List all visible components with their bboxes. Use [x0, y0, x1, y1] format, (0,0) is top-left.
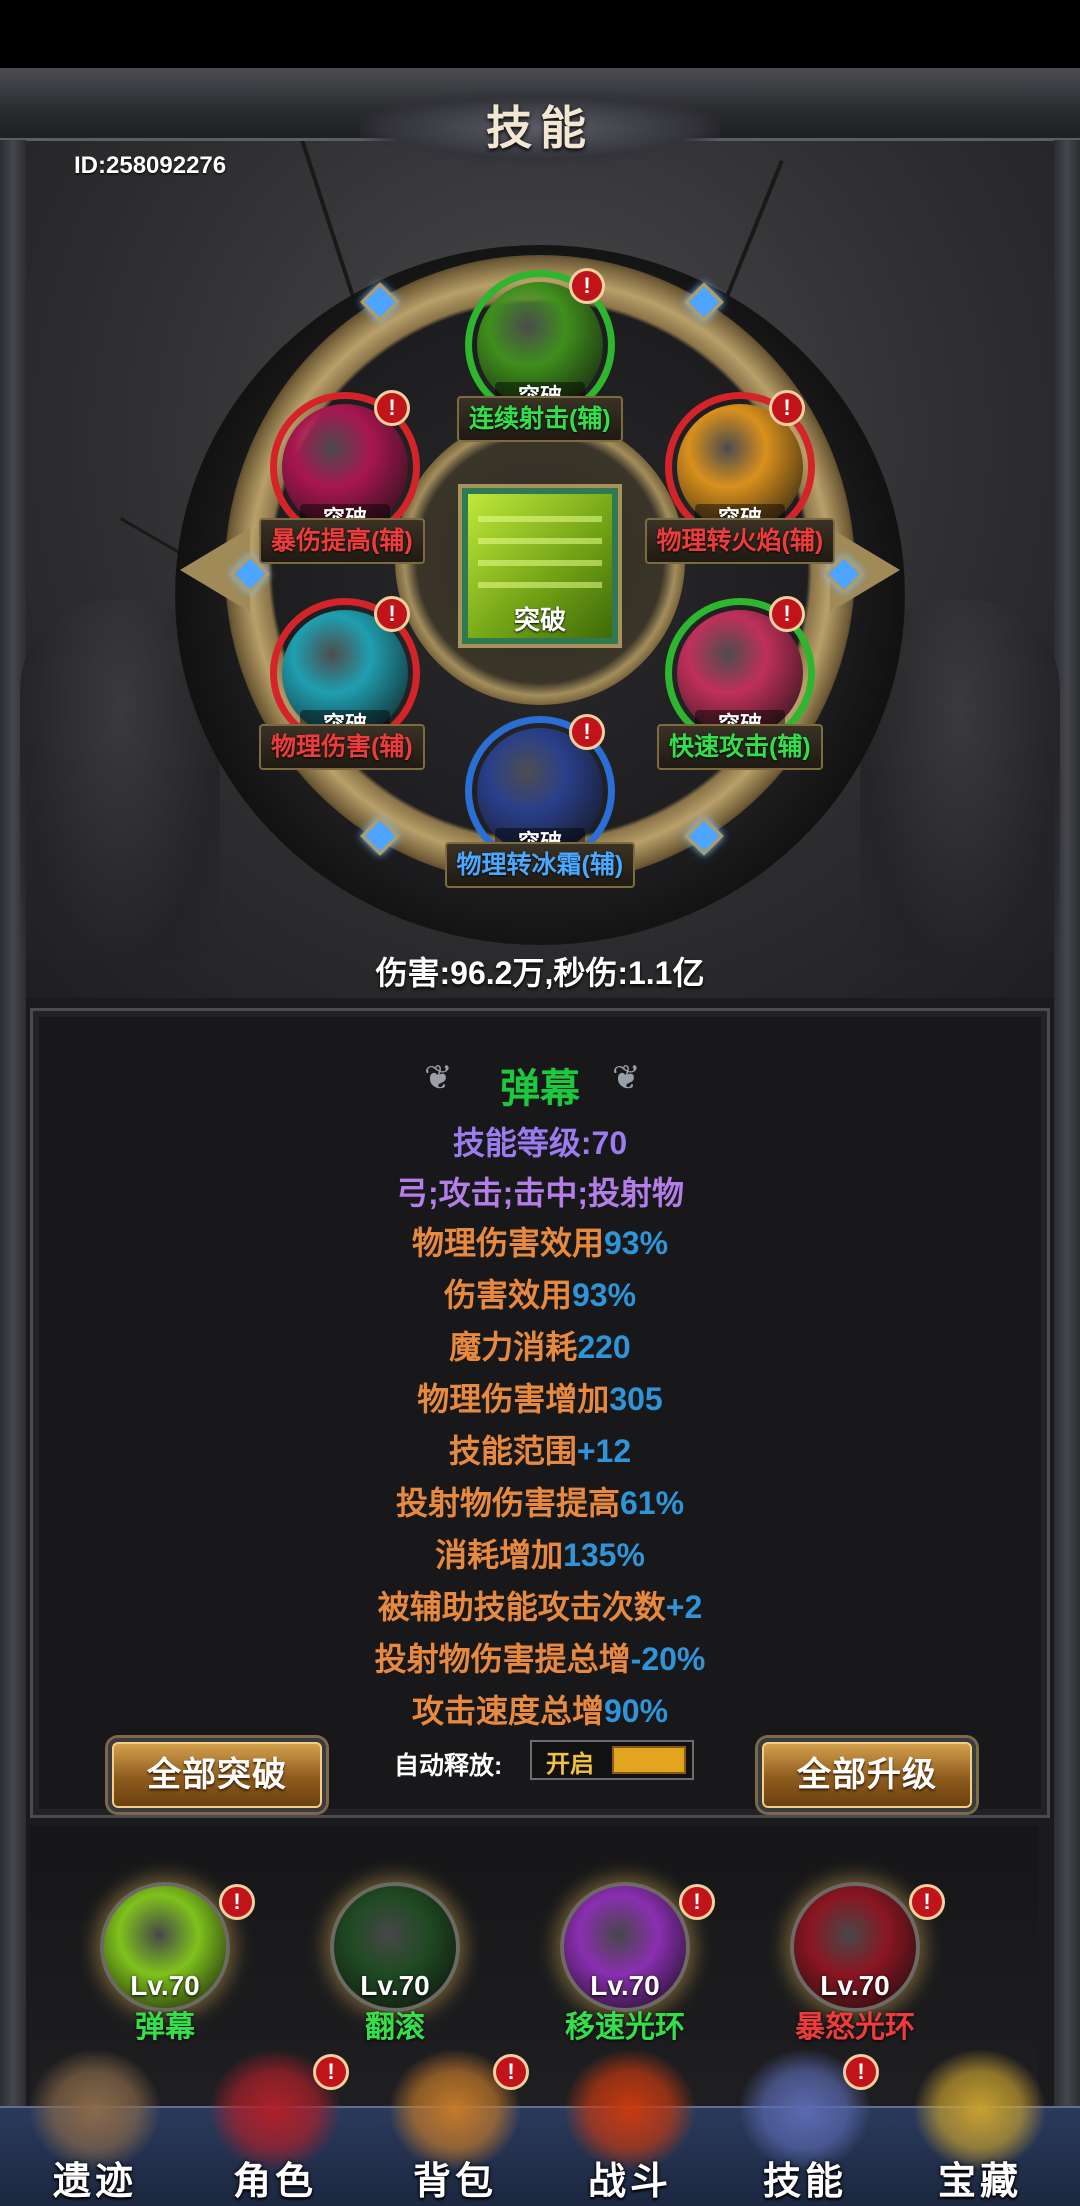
center-break-badge: 突破: [513, 605, 566, 635]
page-title: 技能: [486, 102, 594, 154]
nav-tab-label[interactable]: 背包: [380, 2150, 530, 2205]
toggle-knob: [612, 1746, 686, 1774]
skill-name-label: 翻滚: [365, 2011, 425, 2044]
attribute-value: 93%: [571, 1277, 637, 1313]
skill-attribute: 伤害效用93%: [0, 1270, 1080, 1316]
attribute-label: 投射物伤害提总增: [374, 1641, 631, 1677]
alert-icon: !: [493, 2054, 529, 2090]
skill-attribute: 被辅助技能攻击次数+2: [0, 1582, 1080, 1628]
attribute-label: 投射物伤害提高: [395, 1485, 620, 1521]
skill-attribute: 物理伤害效用93%: [0, 1218, 1080, 1264]
alert-icon: !: [909, 1884, 945, 1920]
attribute-label: 被辅助技能攻击次数: [377, 1589, 666, 1625]
skill-name: 弹幕: [500, 1067, 580, 1111]
attribute-label: 物理伤害效用: [411, 1225, 604, 1261]
skill-name-label: 移速光环: [565, 2011, 685, 2044]
wheel-skill-label: 物理转火焰(辅): [644, 518, 836, 564]
skill-tags: 弓;攻击;击中;投射物: [396, 1175, 684, 1211]
wheel-skill-label: 暴伤提高(辅): [259, 518, 425, 564]
damage-summary: 伤害:96.2万,秒伤:1.1亿: [375, 955, 705, 991]
attribute-value: 220: [577, 1329, 631, 1365]
attribute-label: 攻击速度总增: [411, 1693, 604, 1729]
attribute-value: 61%: [619, 1485, 685, 1521]
alert-icon: !: [679, 1884, 715, 1920]
alert-icon: !: [769, 390, 805, 426]
alert-icon: !: [313, 2054, 349, 2090]
skill-level-label: Lv.70: [590, 1970, 660, 2001]
wheel-skill-label: 连续射击(辅): [457, 396, 623, 442]
attribute-value: +2: [665, 1589, 703, 1625]
wheel-skill-label: 物理伤害(辅): [259, 724, 425, 770]
alert-icon: !: [769, 596, 805, 632]
wheel-skill-label: 快速攻击(辅): [657, 724, 823, 770]
attribute-value: 305: [609, 1381, 663, 1417]
attribute-value: 90%: [603, 1693, 669, 1729]
attribute-label: 消耗增加: [435, 1537, 564, 1573]
skill-name-label: 弹幕: [135, 2011, 195, 2044]
alert-icon: !: [569, 268, 605, 304]
skill-level-label: Lv.70: [130, 1970, 200, 2001]
nav-tab-label[interactable]: 技能: [730, 2150, 880, 2205]
skill-attribute: 物理伤害增加305: [0, 1374, 1080, 1420]
alert-icon: !: [843, 2054, 879, 2090]
skill-level-label: Lv.70: [360, 1970, 430, 2001]
break-all-button[interactable]: 全部突破: [108, 1738, 326, 1812]
player-id: ID:258092276: [74, 152, 227, 179]
skill-attribute: 攻击速度总增90%: [0, 1686, 1080, 1732]
alert-icon: !: [374, 596, 410, 632]
auto-cast-label: 自动释放:: [394, 1752, 503, 1780]
skill-attribute: 魔力消耗220: [0, 1322, 1080, 1368]
skill-name-label: 暴怒光环: [795, 2011, 915, 2044]
upgrade-all-button[interactable]: 全部升级: [758, 1738, 976, 1812]
attribute-value: +12: [576, 1433, 632, 1469]
skill-attribute: 技能范围+12: [0, 1426, 1080, 1472]
attribute-value: 93%: [603, 1225, 669, 1261]
nav-tab-label[interactable]: 宝藏: [905, 2150, 1055, 2205]
attribute-value: -20%: [630, 1641, 706, 1677]
nav-tab-label[interactable]: 遗迹: [20, 2150, 170, 2205]
skill-attribute: 投射物伤害提总增-20%: [0, 1634, 1080, 1680]
skill-attribute: 投射物伤害提高61%: [0, 1478, 1080, 1524]
auto-cast-state: 开启: [546, 1751, 594, 1778]
alert-icon: !: [569, 714, 605, 750]
skill-level-label: Lv.70: [820, 1970, 890, 2001]
skill-level: 技能等级:70: [452, 1125, 628, 1161]
skill-attribute: 消耗增加135%: [0, 1530, 1080, 1576]
status-bar: [0, 0, 1080, 68]
alert-icon: !: [374, 390, 410, 426]
attribute-label: 魔力消耗: [449, 1329, 578, 1365]
attribute-value: 135%: [563, 1537, 645, 1573]
attribute-label: 物理伤害增加: [417, 1381, 610, 1417]
nav-tab-label[interactable]: 战斗: [555, 2150, 705, 2205]
nav-tab-label[interactable]: 角色: [200, 2150, 350, 2205]
attribute-label: 技能范围: [448, 1433, 577, 1469]
wheel-skill-label: 物理转冰霜(辅): [444, 842, 636, 888]
attribute-label: 伤害效用: [443, 1277, 572, 1313]
alert-icon: !: [219, 1884, 255, 1920]
